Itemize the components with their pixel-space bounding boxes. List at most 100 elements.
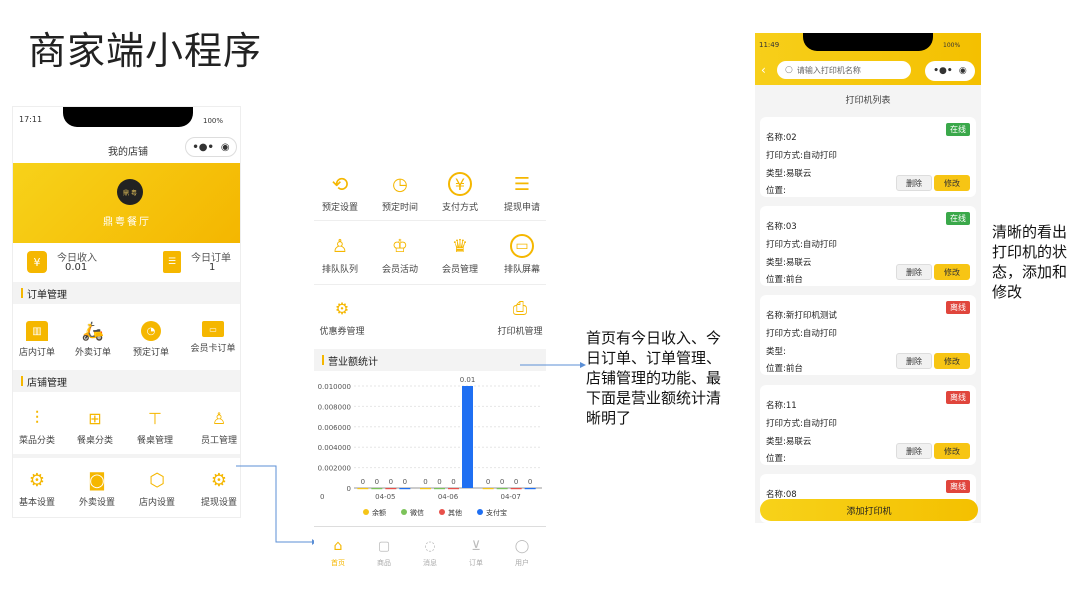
shop-item-label: 基本设置 bbox=[18, 498, 55, 508]
connector-arrow bbox=[520, 362, 586, 368]
bar bbox=[434, 488, 445, 490]
printer-card: 名称:新打印机测试 打印方式:自动打印 类型: 位置:前台 离线 删除 修改 bbox=[760, 295, 976, 375]
bar bbox=[399, 488, 411, 490]
shop-item-table-management[interactable]: ⊤ 餐桌管理 bbox=[125, 407, 185, 447]
y-tick-label: 0.006000 bbox=[318, 424, 351, 432]
bar bbox=[524, 488, 536, 490]
grid-item-reserve-time[interactable]: ◷ 预定时间 bbox=[370, 172, 430, 214]
order-item-dine-in[interactable]: ▥ 店内订单 bbox=[13, 321, 67, 358]
order-item-takeout[interactable]: 🛵 外卖订单 bbox=[63, 321, 123, 359]
clock-icon: ◔ bbox=[141, 321, 161, 341]
capsule-menu-button[interactable]: •●• ◉ bbox=[925, 61, 975, 81]
monitor-icon: ▭ bbox=[510, 234, 534, 258]
x-tick-label: 04-05 bbox=[375, 493, 395, 501]
orders-icon: ☰ bbox=[163, 251, 181, 273]
data-label: 0 bbox=[451, 478, 455, 486]
revenue-chart: 0.0100000.0080000.0060000.0040000.002000… bbox=[318, 376, 542, 516]
grid-item-queue-screen[interactable]: ▭ 排队屏幕 bbox=[492, 234, 546, 275]
shop-item-table-category[interactable]: ⊞ 餐桌分类 bbox=[65, 407, 125, 447]
status-badge: 在线 bbox=[946, 123, 970, 136]
crown-icon: ♛ bbox=[451, 235, 469, 257]
bar bbox=[510, 488, 522, 490]
edit-button[interactable]: 修改 bbox=[934, 443, 970, 459]
delete-button[interactable]: 删除 bbox=[896, 175, 932, 191]
delete-button[interactable]: 删除 bbox=[896, 353, 932, 369]
sliders-icon: ⫶ bbox=[34, 407, 40, 429]
y-tick-label: 0.004000 bbox=[318, 444, 351, 452]
shop-item-takeout-settings[interactable]: ◙ 外卖设置 bbox=[67, 469, 127, 509]
section-shop-management: 店铺管理 bbox=[13, 370, 240, 392]
edit-button[interactable]: 修改 bbox=[934, 175, 970, 191]
back-icon[interactable]: ‹ bbox=[761, 63, 766, 77]
shop-item-withdraw-settings[interactable]: ⚙ 提现设置 bbox=[189, 469, 240, 509]
grid-item-member-management[interactable]: ♛ 会员管理 bbox=[430, 234, 490, 276]
divider bbox=[314, 526, 546, 527]
edit-button[interactable]: 修改 bbox=[934, 264, 970, 280]
shop-item-basic-settings[interactable]: ⚙ 基本设置 bbox=[13, 469, 67, 509]
printer-name: 名称:11 bbox=[766, 401, 797, 411]
shop-item-label: 餐桌管理 bbox=[136, 436, 173, 446]
delete-button[interactable]: 删除 bbox=[896, 443, 932, 459]
grid-item-label: 会员管理 bbox=[441, 265, 478, 275]
coupon-gear-icon: ⚙ bbox=[334, 298, 350, 318]
data-label: 0 bbox=[500, 478, 504, 486]
grid-item-queue[interactable]: ♙ 排队队列 bbox=[314, 234, 370, 276]
grid-item-printer[interactable]: ⎙ 打印机管理 bbox=[490, 296, 546, 338]
data-label: 0 bbox=[389, 478, 393, 486]
bag-icon: ▢ bbox=[377, 538, 391, 554]
capsule-menu-button[interactable]: •●• ◉ bbox=[185, 137, 237, 157]
section-revenue-label: 营业额统计 bbox=[328, 356, 378, 368]
status-time: 17:11 bbox=[19, 115, 43, 124]
crown-icon: ♔ bbox=[391, 235, 409, 257]
table-icon: ⊤ bbox=[148, 408, 162, 428]
legend-label: 支付宝 bbox=[486, 508, 507, 516]
gear-icon: ⚙ bbox=[28, 469, 46, 491]
search-input[interactable]: ○ 请输入打印机名称 bbox=[777, 61, 911, 79]
status-badge: 离线 bbox=[946, 480, 970, 493]
grid-item-payment[interactable]: ¥ 支付方式 bbox=[430, 172, 490, 213]
tab-user[interactable]: ◯ 用户 bbox=[492, 538, 546, 568]
x-tick-label: 04-07 bbox=[500, 493, 520, 501]
printer-location: 位置:前台 bbox=[766, 275, 803, 285]
printer-location: 位置: bbox=[766, 186, 786, 196]
printer-type: 类型: bbox=[766, 347, 786, 357]
shop-item-staff[interactable]: ♙ 员工管理 bbox=[189, 407, 240, 447]
grid-item-member-activity[interactable]: ♔ 会员活动 bbox=[370, 234, 430, 276]
order-item-reserve[interactable]: ◔ 预定订单 bbox=[121, 321, 181, 358]
grid-item-label: 排队队列 bbox=[321, 265, 358, 275]
data-label: 0 bbox=[486, 478, 490, 486]
bar bbox=[357, 488, 369, 490]
legend-marker bbox=[477, 509, 483, 515]
status-badge: 在线 bbox=[946, 212, 970, 225]
order-item-label: 会员卡订单 bbox=[190, 344, 236, 354]
bar bbox=[482, 488, 494, 490]
legend-marker bbox=[439, 509, 445, 515]
grid-item-reserve-settings[interactable]: ⟲ 预定设置 bbox=[314, 172, 370, 213]
grid-item-coupon[interactable]: ⚙ 优惠券管理 bbox=[314, 296, 372, 338]
grid-item-label: 打印机管理 bbox=[497, 327, 543, 337]
order-item-membercard[interactable]: ▭ 会员卡订单 bbox=[183, 321, 240, 354]
divider bbox=[13, 454, 240, 458]
add-printer-button[interactable]: 添加打印机 bbox=[760, 499, 978, 521]
cart-icon: ⊻ bbox=[471, 538, 481, 554]
legend-label: 其他 bbox=[448, 508, 462, 516]
printer-card: 名称:02 打印方式:自动打印 类型:易联云 位置: 在线 删除 修改 bbox=[760, 117, 976, 197]
edit-button[interactable]: 修改 bbox=[934, 353, 970, 369]
bar bbox=[448, 488, 459, 490]
tab-label: 用户 bbox=[515, 559, 529, 567]
legend-label: 微信 bbox=[410, 508, 424, 516]
shop-item-dish-category[interactable]: ⫶ 菜品分类 bbox=[13, 407, 67, 447]
search-icon: ○ bbox=[785, 65, 793, 75]
grid-item-withdraw[interactable]: ☰ 提现申请 bbox=[492, 172, 546, 214]
printer-name: 名称:03 bbox=[766, 222, 797, 232]
order-item-label: 外卖订单 bbox=[74, 348, 111, 358]
section-order-label: 订单管理 bbox=[27, 289, 67, 301]
grid-item-label: 会员活动 bbox=[381, 265, 418, 275]
shop-banner: 鼎 粤 鼎粤餐厅 bbox=[13, 163, 240, 243]
shop-item-label: 菜品分类 bbox=[18, 436, 55, 446]
delete-button[interactable]: 删除 bbox=[896, 264, 932, 280]
grid-item-label: 提现申请 bbox=[503, 203, 540, 213]
user-icon: ◯ bbox=[514, 538, 530, 554]
shop-item-instore-settings[interactable]: ⬡ 店内设置 bbox=[127, 469, 187, 509]
printer-type: 类型:易联云 bbox=[766, 169, 812, 179]
